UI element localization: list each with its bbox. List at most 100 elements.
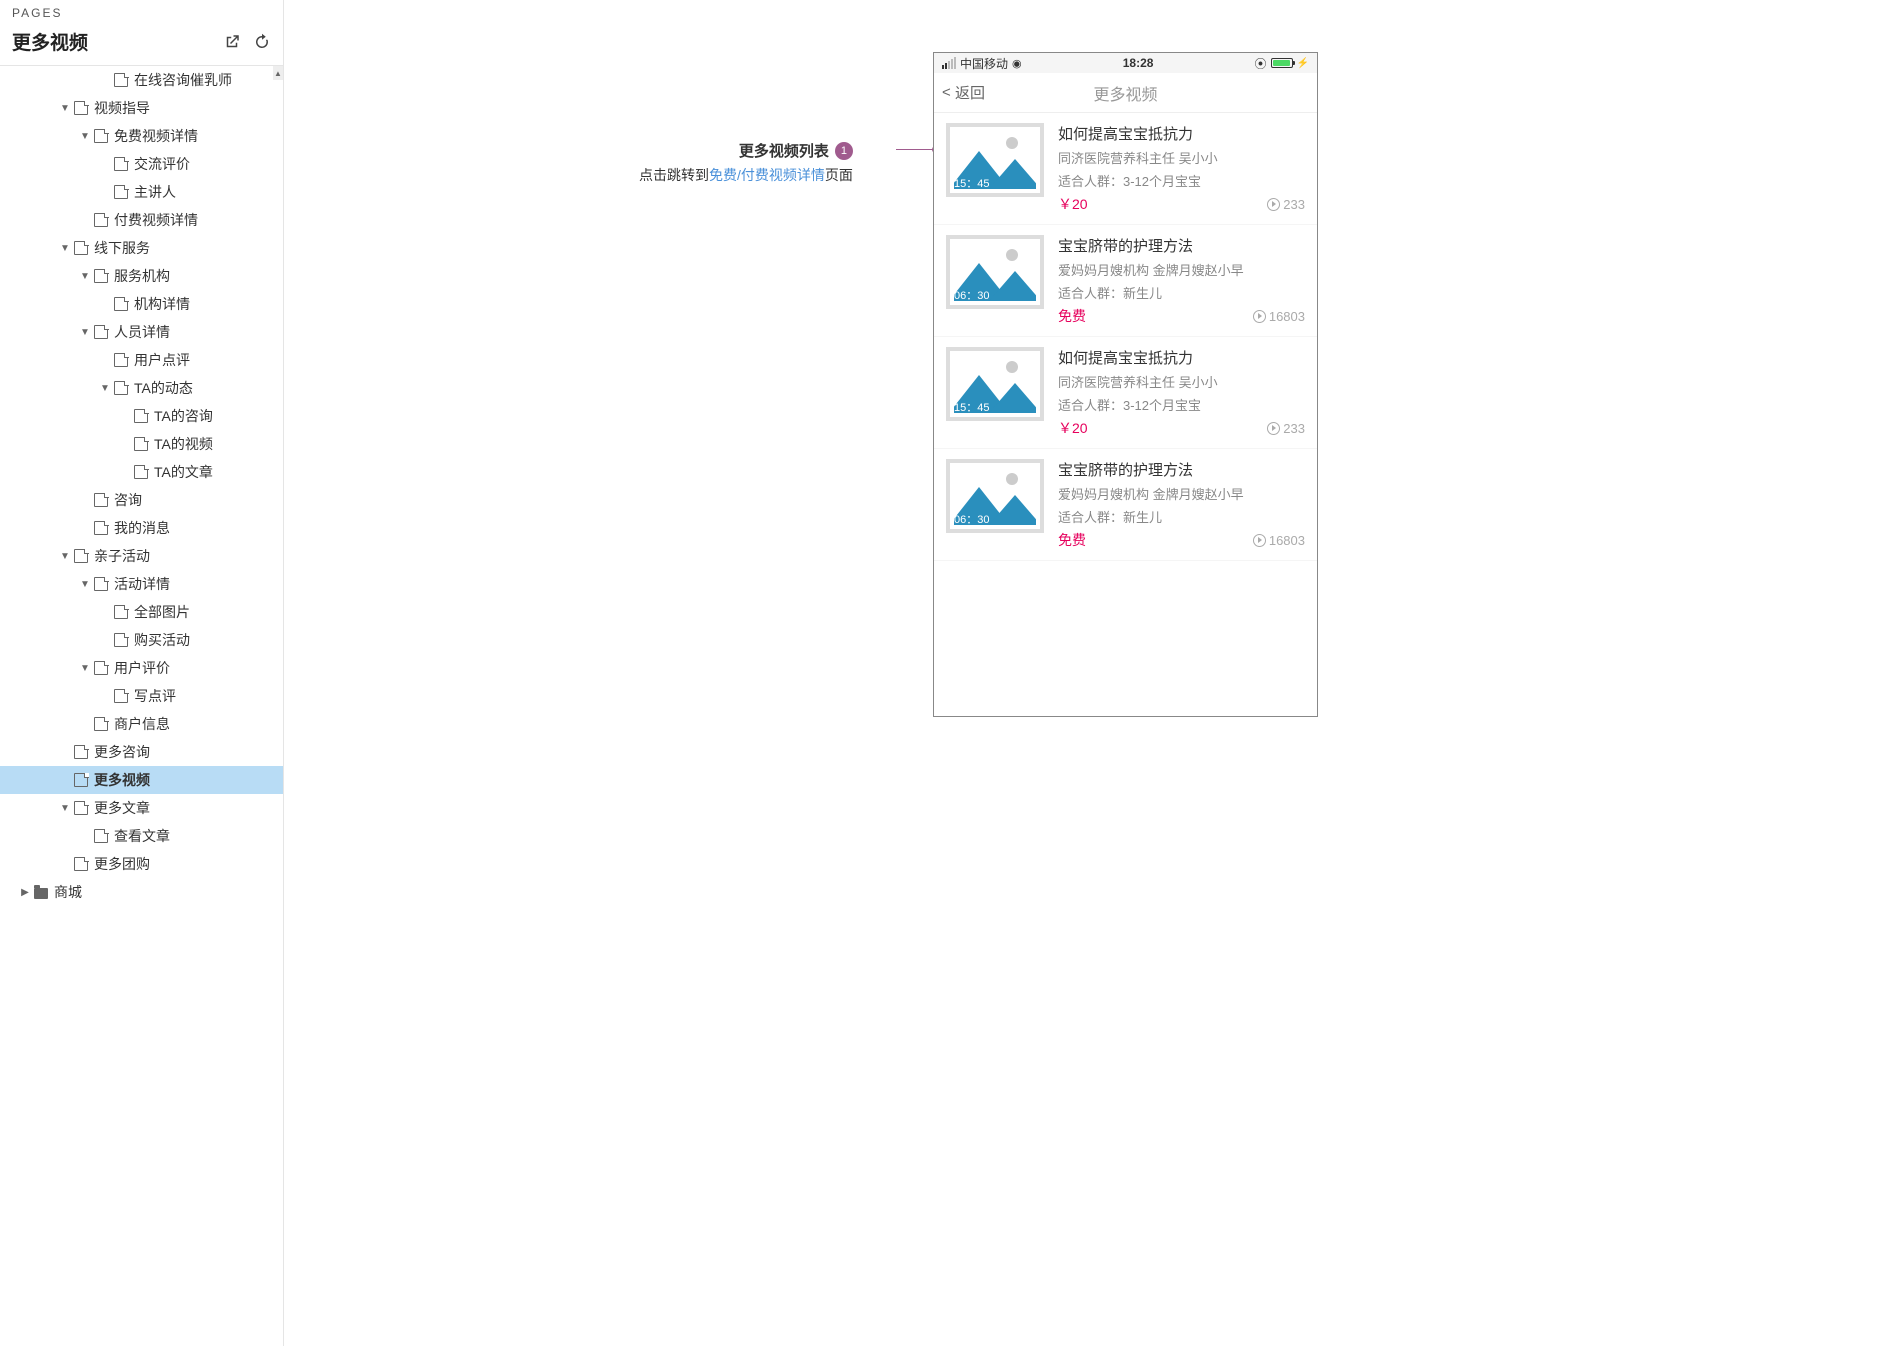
tree-item[interactable]: ▼更多视频 [0,766,283,794]
tree-item-label: 我的消息 [114,518,170,538]
page-icon [134,437,148,451]
play-icon [1253,310,1266,323]
page-icon [94,829,108,843]
annotation-desc-pre: 点击跳转到 [639,167,709,183]
caret-icon[interactable]: ▼ [60,103,70,114]
page-icon [94,213,108,227]
tree-item-label: 更多咨询 [94,742,150,762]
tree-item[interactable]: ▶ 商城 [0,878,283,906]
tree-item[interactable]: ▼ 线下服务 [0,234,283,262]
annotation: 更多视频列表 1 点击跳转到免费/付费视频详情页面 [639,140,853,185]
caret-icon[interactable]: ▼ [80,663,90,674]
caret-icon[interactable]: ▼ [80,579,90,590]
tree-item[interactable]: ▼ 亲子活动 [0,542,283,570]
tree-item-label: 主讲人 [134,182,176,202]
video-author: 爱妈妈月嫂机构 金牌月嫂赵小早 [1058,260,1305,279]
annotation-desc: 点击跳转到免费/付费视频详情页面 [639,165,853,185]
scroll-up-icon[interactable]: ▲ [273,66,283,80]
tree-item[interactable]: ▼人员详情 [0,318,283,346]
tree-item-label: 写点评 [134,686,176,706]
video-item[interactable]: 06：30宝宝脐带的护理方法爱妈妈月嫂机构 金牌月嫂赵小早适合人群：新生儿免费1… [934,449,1317,561]
page-tree[interactable]: ▲ ▼在线咨询催乳师▼视频指导▼免费视频详情▼交流评价▼主讲人▼付费视频详情▼线… [0,66,283,1346]
video-views: 233 [1267,421,1305,436]
video-item[interactable]: 15：45如何提高宝宝抵抗力同济医院营养科主任 吴小小适合人群：3-12个月宝宝… [934,337,1317,449]
caret-icon[interactable]: ▼ [80,327,90,338]
tree-item[interactable]: ▼购买活动 [0,626,283,654]
video-thumbnail: 15：45 [946,123,1044,197]
video-title: 如何提高宝宝抵抗力 [1058,123,1305,144]
caret-icon[interactable]: ▶ [20,887,30,898]
tree-item-label: 机构详情 [134,294,190,314]
tree-item[interactable]: ▼更多文章 [0,794,283,822]
tree-item-label: 亲子活动 [94,546,150,566]
tree-item[interactable]: ▼TA的动态 [0,374,283,402]
tree-item-label: 线下服务 [94,238,150,258]
tree-item[interactable]: ▼主讲人 [0,178,283,206]
tree-item[interactable]: ▼ 活动详情 [0,570,283,598]
tree-item[interactable]: ▼更多咨询 [0,738,283,766]
caret-icon[interactable]: ▼ [60,551,70,562]
caret-icon[interactable]: ▼ [60,243,70,254]
caret-icon[interactable]: ▼ [100,383,110,394]
tree-item-label: 服务机构 [114,266,170,286]
tree-item-label: 活动详情 [114,574,170,594]
charging-icon: ⚡ [1297,58,1309,69]
caret-icon[interactable]: ▼ [80,271,90,282]
tree-item[interactable]: ▼在线咨询催乳师 [0,66,283,94]
play-icon [1253,534,1266,547]
tree-item[interactable]: ▼查看文章 [0,822,283,850]
tree-item[interactable]: ▼我的消息 [0,514,283,542]
tree-item[interactable]: ▼ 服务机构 [0,262,283,290]
tree-item[interactable]: ▼写点评 [0,682,283,710]
video-author: 同济医院营养科主任 吴小小 [1058,148,1305,167]
play-icon [1267,198,1280,211]
page-icon [114,185,128,199]
tree-item[interactable]: ▼交流评价 [0,150,283,178]
video-item[interactable]: 06：30宝宝脐带的护理方法爱妈妈月嫂机构 金牌月嫂赵小早适合人群：新生儿免费1… [934,225,1317,337]
tree-item[interactable]: ▼全部图片 [0,598,283,626]
video-item[interactable]: 15：45如何提高宝宝抵抗力同济医院营养科主任 吴小小适合人群：3-12个月宝宝… [934,113,1317,225]
video-views: 16803 [1253,309,1305,324]
video-duration: 15：45 [954,399,989,415]
video-list[interactable]: 15：45如何提高宝宝抵抗力同济医院营养科主任 吴小小适合人群：3-12个月宝宝… [934,113,1317,716]
page-icon [74,549,88,563]
tree-item-label: 全部图片 [134,602,190,622]
tree-item-label: TA的咨询 [154,406,213,426]
video-audience: 适合人群：新生儿 [1058,283,1305,302]
tree-item[interactable]: ▼用户评价 [0,654,283,682]
refresh-icon[interactable] [253,33,271,51]
tree-item[interactable]: ▼用户点评 [0,346,283,374]
battery-icon [1271,58,1293,68]
tree-item-label: TA的视频 [154,434,213,454]
signal-icon [942,57,956,69]
carrier-label: 中国移动 [960,55,1008,72]
video-thumbnail: 06：30 [946,459,1044,533]
export-icon[interactable] [223,33,241,51]
page-icon [74,773,88,787]
back-button[interactable]: < 返回 [942,82,985,103]
tree-item[interactable]: ▼TA的文章 [0,458,283,486]
caret-icon[interactable]: ▼ [60,803,70,814]
tree-item[interactable]: ▼商户信息 [0,710,283,738]
tree-item[interactable]: ▼免费视频详情 [0,122,283,150]
sidebar-header: PAGES [0,0,283,20]
tree-item[interactable]: ▼咨询 [0,486,283,514]
video-price: 免费 [1058,306,1086,326]
tree-item-label: 在线咨询催乳师 [134,70,232,90]
tree-item[interactable]: ▼机构详情 [0,290,283,318]
tree-item[interactable]: ▼付费视频详情 [0,206,283,234]
page-icon [94,493,108,507]
annotation-link[interactable]: 免费/付费视频详情 [709,167,825,183]
page-icon [74,857,88,871]
tree-item[interactable]: ▼TA的咨询 [0,402,283,430]
tree-item-label: 交流评价 [134,154,190,174]
page-icon [114,605,128,619]
tree-item[interactable]: ▼更多团购 [0,850,283,878]
tree-item-label: 更多团购 [94,854,150,874]
tree-item-label: 商城 [54,882,82,902]
caret-icon[interactable]: ▼ [80,131,90,142]
tree-item[interactable]: ▼TA的视频 [0,430,283,458]
video-duration: 06：30 [954,287,989,303]
tree-item[interactable]: ▼视频指导 [0,94,283,122]
video-author: 同济医院营养科主任 吴小小 [1058,372,1305,391]
